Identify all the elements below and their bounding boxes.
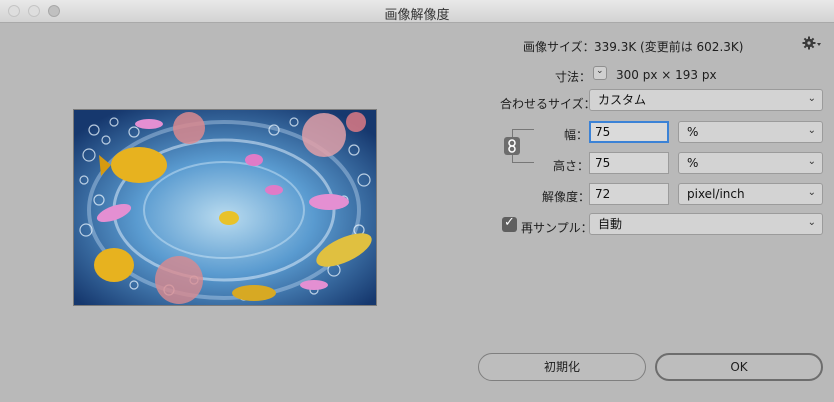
chevron-down-icon: ⌄ bbox=[596, 66, 604, 76]
dimensions-label: 寸法： bbox=[555, 70, 592, 84]
image-size-label: 画像サイズ： bbox=[523, 40, 595, 54]
resolution-input[interactable]: 72 bbox=[589, 183, 669, 205]
fit-to-select[interactable]: カスタム ⌄ bbox=[589, 89, 823, 111]
chain-link-icon bbox=[508, 139, 516, 153]
reset-button[interactable]: 初期化 bbox=[478, 353, 646, 381]
chevron-down-icon: ⌄ bbox=[807, 125, 816, 136]
chevron-down-icon: ⌄ bbox=[807, 93, 816, 104]
height-label: 高さ： bbox=[553, 159, 590, 173]
resolution-label: 解像度： bbox=[542, 190, 591, 204]
width-unit-value: % bbox=[687, 125, 699, 139]
resample-checkbox[interactable]: ✓ bbox=[502, 215, 517, 232]
height-unit-value: % bbox=[687, 156, 699, 170]
height-unit-select[interactable]: % ⌄ bbox=[678, 152, 823, 174]
chevron-down-icon: ⌄ bbox=[807, 187, 816, 198]
aquarium-fish-image bbox=[74, 110, 376, 305]
constrain-proportions-button[interactable] bbox=[504, 137, 520, 155]
width-input[interactable]: 75 bbox=[589, 121, 669, 143]
resolution-unit-select[interactable]: pixel/inch ⌄ bbox=[678, 183, 823, 205]
gear-icon bbox=[802, 36, 821, 50]
resample-label: 再サンプル： bbox=[521, 221, 593, 235]
chevron-down-icon: ⌄ bbox=[807, 156, 816, 167]
checkmark-icon: ✓ bbox=[504, 215, 515, 230]
ok-button[interactable]: OK bbox=[655, 353, 823, 381]
image-size-value: 339.3K (変更前は 602.3K) bbox=[594, 40, 744, 54]
image-size-dialog: 画像解像度 画像サイズ： 339.3K (変更前は 602.3K) 寸法： ⌄ … bbox=[0, 0, 834, 402]
settings-menu-button[interactable] bbox=[802, 35, 822, 51]
dimensions-value: 300 px × 193 px bbox=[616, 68, 717, 82]
width-unit-select[interactable]: % ⌄ bbox=[678, 121, 823, 143]
resolution-unit-value: pixel/inch bbox=[687, 187, 745, 201]
dimensions-unit-dropdown[interactable]: ⌄ bbox=[593, 66, 607, 80]
chevron-down-icon: ⌄ bbox=[807, 217, 816, 228]
width-label: 幅： bbox=[564, 128, 589, 142]
title-bar: 画像解像度 bbox=[0, 0, 834, 23]
height-input[interactable]: 75 bbox=[589, 152, 669, 174]
resample-method-select[interactable]: 自動 ⌄ bbox=[589, 213, 823, 235]
fit-to-value: カスタム bbox=[598, 93, 647, 107]
fit-to-label: 合わせるサイズ： bbox=[500, 97, 596, 111]
image-preview[interactable] bbox=[73, 109, 377, 306]
resample-method-value: 自動 bbox=[598, 217, 623, 231]
window-title: 画像解像度 bbox=[384, 8, 450, 23]
